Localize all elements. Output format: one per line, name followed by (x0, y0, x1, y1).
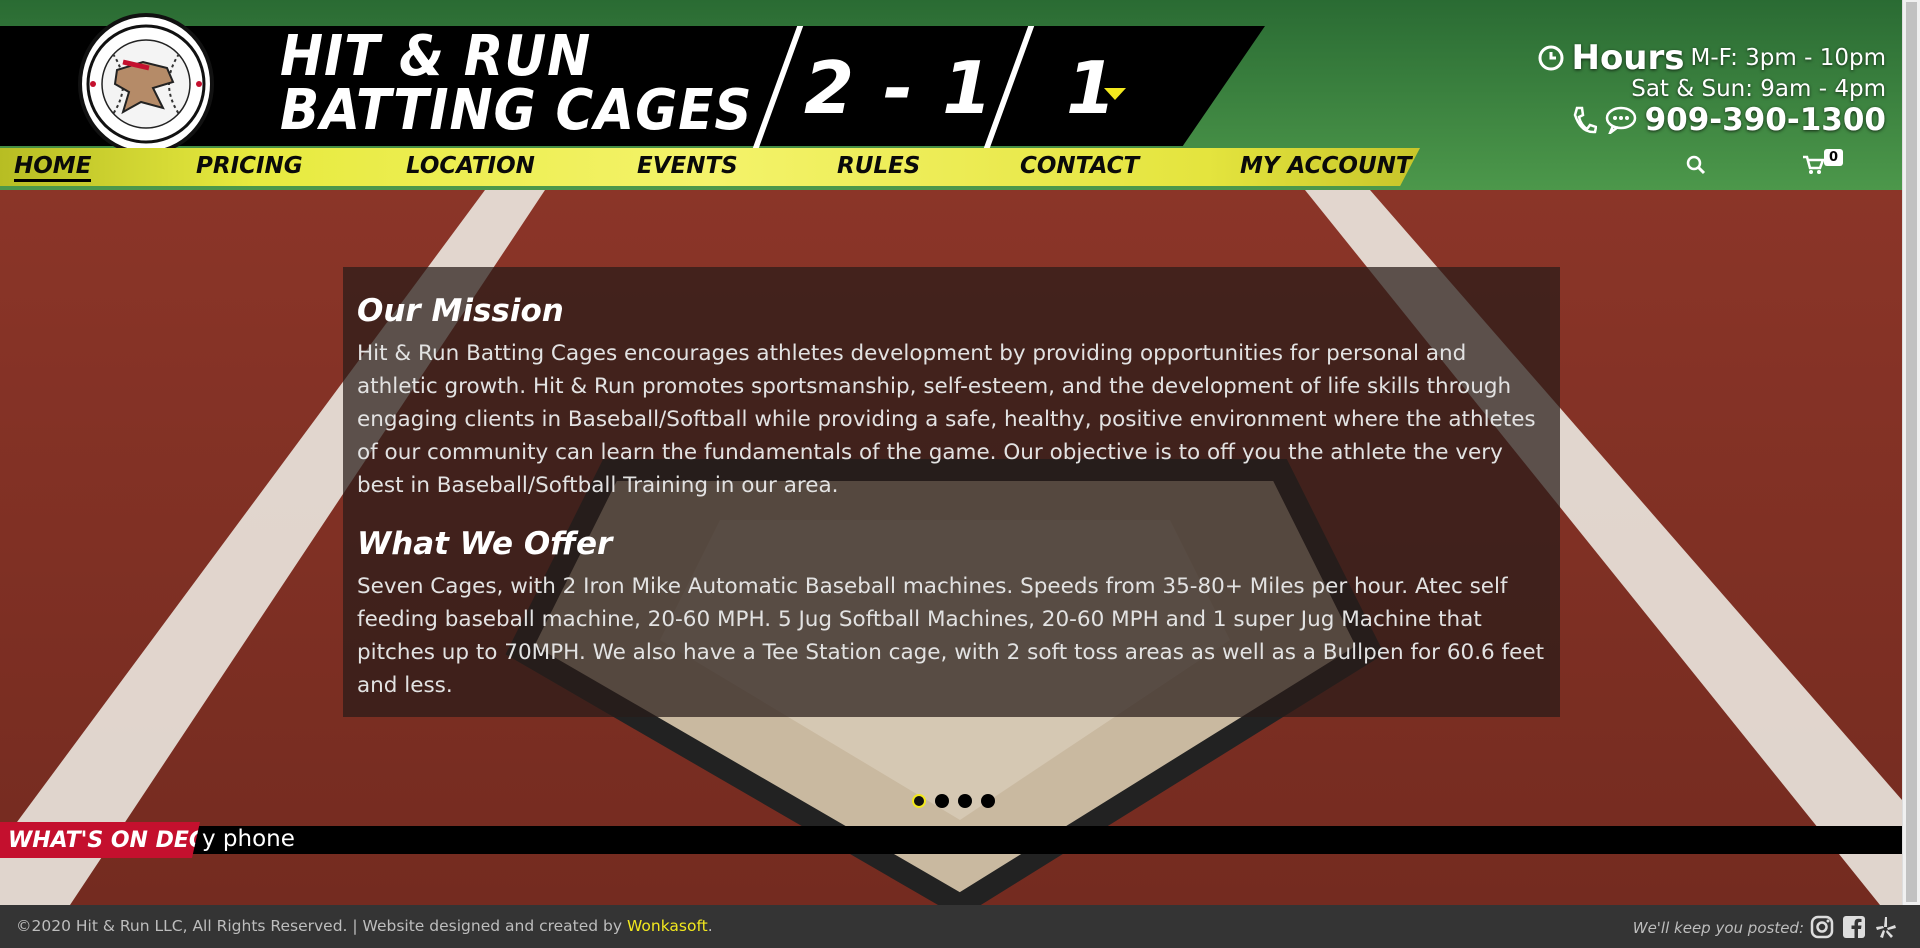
copyright-period: . (707, 917, 713, 935)
phone-icon (1573, 106, 1597, 134)
nav-item-events[interactable]: EVENTS (637, 153, 738, 179)
site-logo[interactable] (78, 13, 214, 155)
nav-item-pricing[interactable]: PRICING (196, 153, 303, 179)
social-links (1810, 915, 1898, 939)
logo-baseball-icon (86, 24, 206, 144)
cart-button[interactable] (1802, 155, 1825, 179)
brand-title[interactable]: HIT & RUN BATTING CAGES (280, 24, 753, 143)
designer-link[interactable]: Wonkasoft (627, 917, 708, 935)
hours-block: Hours M-F: 3pm - 10pm Sat & Sun: 9am - 4… (1537, 38, 1886, 138)
offer-heading: What We Offer (357, 526, 613, 562)
slider-dot-3[interactable] (958, 794, 972, 808)
nav-item-location[interactable]: LOCATION (406, 153, 535, 179)
offer-text: Seven Cages, with 2 Iron Mike Automatic … (357, 574, 1545, 698)
cart-count-badge: 0 (1824, 149, 1844, 166)
mission-heading: Our Mission (357, 293, 564, 329)
clock-icon (1538, 45, 1564, 71)
inning-down-arrow-icon (1104, 88, 1126, 100)
page-scrollbar[interactable] (1902, 0, 1920, 905)
brand-line-1: HIT & RUN (280, 24, 592, 89)
brand-line-2: BATTING CAGES (280, 78, 753, 143)
cart-icon (1803, 155, 1825, 174)
weekend-hours: Sat & Sun: 9am - 4pm (1631, 76, 1886, 102)
phone-row[interactable]: 909-390-1300 (1537, 102, 1886, 138)
instagram-icon[interactable] (1810, 915, 1834, 939)
mission-text: Hit & Run Batting Cages encourages athle… (357, 341, 1536, 498)
footer: ©2020 Hit & Run LLC, All Rights Reserved… (0, 905, 1920, 948)
nav-item-home[interactable]: HOME (14, 153, 92, 182)
copyright-text: ©2020 Hit & Run LLC, All Rights Reserved… (16, 917, 627, 935)
search-icon (1686, 155, 1706, 175)
keep-posted-text: We'll keep you posted: (1632, 919, 1804, 937)
facebook-icon[interactable] (1842, 915, 1866, 939)
weekday-hours: M-F: 3pm - 10pm (1690, 45, 1886, 71)
nav-item-contact[interactable]: CONTACT (1020, 153, 1139, 179)
nav-item-rules[interactable]: RULES (837, 153, 920, 179)
search-button[interactable] (1686, 155, 1706, 179)
ticker-text[interactable]: y phone (202, 826, 295, 852)
slider-dot-4[interactable] (981, 794, 995, 808)
slider-dots (912, 794, 995, 808)
yelp-icon[interactable] (1874, 915, 1898, 939)
game-score: 2 - 1 (804, 46, 995, 130)
phone-number[interactable]: 909-390-1300 (1645, 102, 1886, 138)
hours-row: Hours M-F: 3pm - 10pm (1537, 38, 1886, 78)
content-panel: Our Mission Hit & Run Batting Cages enco… (343, 267, 1560, 717)
chat-icon (1605, 106, 1636, 134)
slider-dot-1[interactable] (912, 794, 926, 808)
main-nav: HOME PRICING LOCATION EVENTS RULES CONTA… (0, 148, 1420, 186)
ticker-label: WHAT'S ON DECK (0, 822, 200, 858)
hours-label: Hours (1571, 38, 1685, 78)
nav-item-my-account[interactable]: MY ACCOUNT (1240, 153, 1412, 179)
scrollbar-thumb[interactable] (1906, 2, 1917, 902)
slider-dot-2[interactable] (935, 794, 949, 808)
copyright: ©2020 Hit & Run LLC, All Rights Reserved… (16, 917, 713, 935)
